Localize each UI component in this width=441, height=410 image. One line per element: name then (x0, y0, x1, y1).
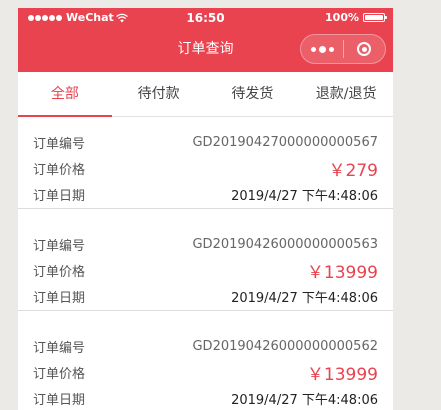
order-price: ￥13999 (306, 262, 378, 283)
order-number: GD20190427000000000567 (192, 134, 378, 150)
order-date: 2019/4/27 下午4:48:06 (231, 392, 378, 408)
order-date: 2019/4/27 下午4:48:06 (231, 188, 378, 204)
battery-status: 100% (325, 11, 387, 24)
close-circle-icon[interactable] (344, 35, 385, 63)
tab-pending-payment[interactable]: 待付款 (112, 72, 206, 116)
order-number-label: 订单编号 (33, 340, 86, 356)
tab-pending-shipment[interactable]: 待发货 (206, 72, 300, 116)
order-number: GD20190426000000000562 (192, 338, 378, 354)
order-number: GD20190426000000000563 (192, 236, 378, 252)
order-price-label: 订单价格 (33, 366, 86, 382)
order-list: 订单编号 GD20190427000000000567 订单价格 ￥279 订单… (18, 117, 393, 410)
phone-screen: WeChat 16:50 100% 订单查询 全部 待付款 待发货 退款/退货 … (18, 8, 393, 410)
order-price-label: 订单价格 (33, 264, 86, 280)
more-icon[interactable] (301, 35, 343, 63)
battery-percent: 100% (325, 11, 359, 24)
order-date-label: 订单日期 (33, 290, 86, 306)
order-date: 2019/4/27 下午4:48:06 (231, 290, 378, 306)
nav-bar: WeChat 16:50 100% 订单查询 (18, 8, 393, 72)
order-date-label: 订单日期 (33, 188, 86, 204)
order-tabs: 全部 待付款 待发货 退款/退货 (18, 72, 393, 117)
order-card[interactable]: 订单编号 GD20190426000000000563 订单价格 ￥13999 … (18, 219, 393, 311)
order-number-label: 订单编号 (33, 238, 86, 254)
order-gap (18, 311, 393, 321)
order-price: ￥279 (328, 160, 378, 181)
tab-all[interactable]: 全部 (18, 72, 112, 117)
order-price: ￥13999 (306, 364, 378, 385)
order-price-label: 订单价格 (33, 162, 86, 178)
order-number-label: 订单编号 (33, 136, 86, 152)
order-card[interactable]: 订单编号 GD20190426000000000562 订单价格 ￥13999 … (18, 321, 393, 410)
battery-icon (363, 13, 387, 22)
miniprogram-capsule (300, 34, 386, 64)
order-gap (18, 209, 393, 219)
tab-refund-return[interactable]: 退款/退货 (299, 72, 393, 116)
status-bar: WeChat 16:50 100% (18, 8, 393, 28)
order-date-label: 订单日期 (33, 392, 86, 408)
order-card[interactable]: 订单编号 GD20190427000000000567 订单价格 ￥279 订单… (18, 117, 393, 209)
